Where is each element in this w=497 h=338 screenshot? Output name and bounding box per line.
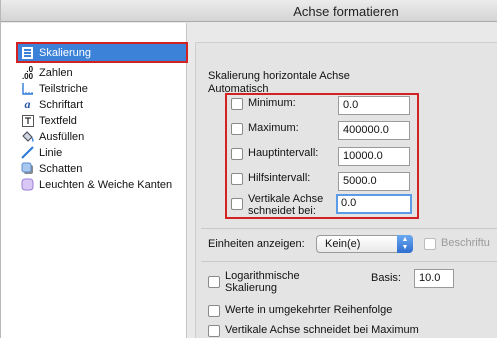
maximum-auto-checkbox[interactable] xyxy=(231,123,243,135)
divider xyxy=(201,261,497,262)
sidebar-item-linie[interactable]: Linie xyxy=(21,145,186,160)
minor-unit-label: Hilfsintervall: xyxy=(248,172,311,184)
units-caption-label: Beschriftu xyxy=(441,237,490,249)
sidebar-item-label: Linie xyxy=(39,146,63,159)
units-caption-checkbox[interactable] xyxy=(424,238,436,250)
minimum-auto-checkbox[interactable] xyxy=(231,98,243,110)
minimum-field[interactable]: 0.0 xyxy=(338,96,410,115)
category-sidebar: Skalierung .0.00 Zahlen Teilstriche a Sc… xyxy=(1,23,188,338)
log-scale-label-1: Logarithmische xyxy=(225,270,300,282)
shadow-icon xyxy=(21,162,34,175)
scaling-icon xyxy=(21,46,34,59)
major-unit-label: Hauptintervall: xyxy=(248,147,319,159)
basis-field[interactable]: 10.0 xyxy=(414,269,454,288)
sidebar-item-zahlen[interactable]: .0.00 Zahlen xyxy=(21,65,186,80)
major-unit-field[interactable]: 10000.0 xyxy=(338,147,410,166)
minor-unit-auto-checkbox[interactable] xyxy=(231,173,243,185)
sidebar-item-label: Ausfüllen xyxy=(39,130,85,143)
fill-bucket-icon xyxy=(21,130,34,143)
section-title: Skalierung horizontale Achse xyxy=(208,70,350,82)
cross-at-max-label: Vertikale Achse schneidet bei Maximum xyxy=(225,324,419,336)
units-select[interactable]: Kein(e) ▲ ▼ xyxy=(316,235,413,253)
sidebar-item-ausfuellen[interactable]: Ausfüllen xyxy=(21,129,186,144)
sidebar-item-skalierung[interactable]: Skalierung xyxy=(16,42,188,63)
format-axis-dialog: Achse formatieren Skalierung .0.00 Zahle… xyxy=(0,0,497,338)
units-select-value: Kein(e) xyxy=(325,238,361,250)
sidebar-item-label: Skalierung xyxy=(39,46,91,59)
sidebar-item-schatten[interactable]: Schatten xyxy=(21,161,186,176)
minimum-label: Minimum: xyxy=(248,97,296,109)
line-icon xyxy=(21,146,34,159)
maximum-field[interactable]: 400000.0 xyxy=(338,121,410,140)
sidebar-item-label: Teilstriche xyxy=(39,82,88,95)
axis-cross-label-1: Vertikale Achse xyxy=(248,193,324,205)
axis-cross-field[interactable]: 0.0 xyxy=(336,194,412,214)
minor-unit-field[interactable]: 5000.0 xyxy=(338,172,410,191)
sidebar-item-label: Zahlen xyxy=(39,66,73,79)
sidebar-item-textfeld[interactable]: Textfeld xyxy=(21,113,186,128)
textbox-icon xyxy=(21,114,34,127)
axis-cross-label-2: schneidet bei: xyxy=(248,205,316,217)
divider xyxy=(201,228,497,229)
sidebar-item-label: Leuchten & Weiche Kanten xyxy=(39,178,173,191)
units-label: Einheiten anzeigen: xyxy=(208,238,305,250)
maximum-label: Maximum: xyxy=(248,122,299,134)
reverse-order-label: Werte in umgekehrter Reihenfolge xyxy=(225,304,393,316)
axis-cross-auto-checkbox[interactable] xyxy=(231,198,243,210)
dialog-title: Achse formatieren xyxy=(293,4,399,19)
title-bar: Achse formatieren xyxy=(1,0,497,22)
sidebar-item-schriftart[interactable]: a Schriftart xyxy=(21,97,186,112)
tick-marks-icon xyxy=(21,82,34,95)
log-scale-label-2: Skalierung xyxy=(225,282,277,294)
select-arrows-icon: ▲ ▼ xyxy=(397,235,413,253)
basis-label: Basis: xyxy=(371,272,401,284)
font-icon: a xyxy=(24,97,31,111)
log-scale-checkbox[interactable] xyxy=(208,276,220,288)
number-format-icon: .0.00 xyxy=(21,64,34,81)
sidebar-item-label: Schatten xyxy=(39,162,83,175)
cross-at-max-checkbox[interactable] xyxy=(208,325,220,337)
sidebar-item-label: Schriftart xyxy=(39,98,84,111)
glow-icon xyxy=(21,178,34,191)
sidebar-item-leuchten[interactable]: Leuchten & Weiche Kanten xyxy=(21,177,186,192)
sidebar-item-label: Textfeld xyxy=(39,114,77,127)
sidebar-item-teilstriche[interactable]: Teilstriche xyxy=(21,81,186,96)
major-unit-auto-checkbox[interactable] xyxy=(231,148,243,160)
reverse-order-checkbox[interactable] xyxy=(208,305,220,317)
